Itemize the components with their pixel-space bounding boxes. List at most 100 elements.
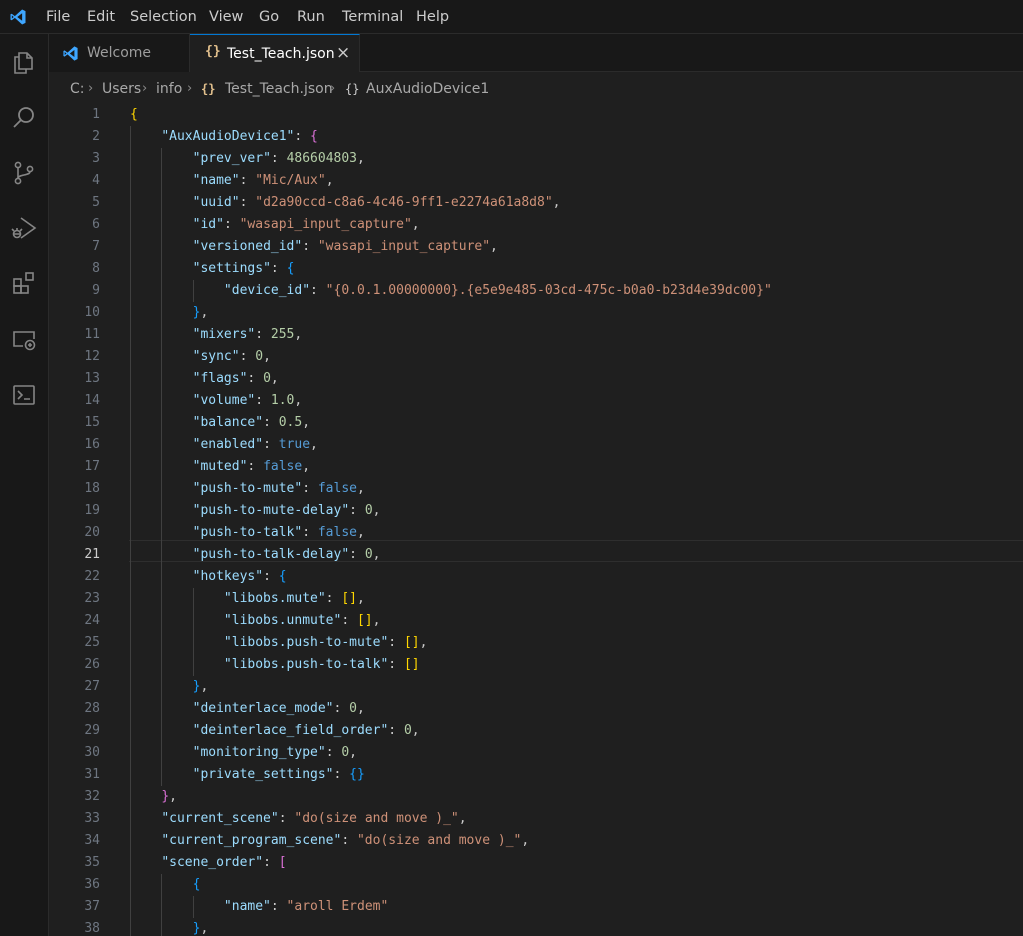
code-line[interactable]: "libobs.push-to-mute": [], xyxy=(130,632,428,654)
code-line[interactable]: "push-to-mute-delay": 0, xyxy=(130,500,381,522)
code-line[interactable]: "push-to-mute": false, xyxy=(130,478,365,500)
code-token: : xyxy=(310,283,326,298)
code-token: "wasapi_input_capture" xyxy=(239,217,412,232)
breadcrumb-file[interactable]: Test_Teach.json xyxy=(225,80,333,98)
code-line[interactable]: "scene_order": [ xyxy=(130,852,286,874)
breadcrumb-drive[interactable]: C: xyxy=(70,80,85,98)
code-line[interactable]: "name": "aroll Erdem" xyxy=(130,896,388,918)
code-line[interactable]: "current_scene": "do(size and move )_", xyxy=(130,808,466,830)
code-line[interactable]: "libobs.push-to-talk": [] xyxy=(130,654,420,676)
code-line[interactable]: "versioned_id": "wasapi_input_capture", xyxy=(130,236,498,258)
code-token: "id" xyxy=(192,217,224,232)
search-icon[interactable] xyxy=(0,98,48,138)
code-line[interactable]: "push-to-talk-delay": 0, xyxy=(130,544,381,566)
breadcrumb-info[interactable]: info xyxy=(156,80,182,98)
code-line[interactable]: "name": "Mic/Aux", xyxy=(130,170,334,192)
code-line[interactable]: "private_settings": {} xyxy=(130,764,365,786)
line-number: 24 xyxy=(84,613,100,628)
run-debug-icon[interactable] xyxy=(0,208,48,248)
code-line[interactable]: "libobs.unmute": [], xyxy=(130,610,381,632)
breadcrumb-users[interactable]: Users xyxy=(102,80,141,98)
code-line[interactable]: { xyxy=(130,104,138,126)
code-line[interactable]: "current_program_scene": "do(size and mo… xyxy=(130,830,529,852)
code-line[interactable]: "device_id": "{0.0.1.00000000}.{e5e9e485… xyxy=(130,280,772,302)
code-line[interactable]: "id": "wasapi_input_capture", xyxy=(130,214,420,236)
json-braces-icon: {} xyxy=(201,82,216,96)
code-token: "current_scene" xyxy=(161,811,279,826)
line-number: 26 xyxy=(84,657,100,672)
code-line[interactable]: "push-to-talk": false, xyxy=(130,522,365,544)
line-number: 10 xyxy=(84,305,100,320)
code-token: : xyxy=(388,657,404,672)
code-token: 0 xyxy=(263,371,271,386)
vscode-icon[interactable] xyxy=(9,8,27,26)
code-line[interactable]: "flags": 0, xyxy=(130,368,279,390)
code-token: : xyxy=(325,745,342,760)
code-line[interactable]: }, xyxy=(130,918,209,936)
line-number: 22 xyxy=(84,569,100,584)
code-token: "device_id" xyxy=(223,283,311,298)
breadcrumb-symbol[interactable]: AuxAudioDevice1 xyxy=(366,80,489,98)
code-line[interactable]: "deinterlace_mode": 0, xyxy=(130,698,365,720)
code-line[interactable]: }, xyxy=(130,302,209,324)
menu-edit[interactable]: Edit xyxy=(87,8,115,26)
explorer-icon[interactable] xyxy=(0,43,48,83)
line-number: 27 xyxy=(84,679,100,694)
code-line[interactable]: "uuid": "d2a90ccd-c8a6-4c46-9ff1-e2274a6… xyxy=(130,192,561,214)
code-line[interactable]: "libobs.mute": [], xyxy=(130,588,365,610)
code-line[interactable]: "deinterlace_field_order": 0, xyxy=(130,720,420,742)
code-line[interactable]: "AuxAudioDevice1": { xyxy=(130,126,318,148)
code-token: "private_settings" xyxy=(192,767,334,782)
code-token: "sync" xyxy=(192,349,240,364)
code-token: : xyxy=(263,855,279,870)
code-line[interactable]: }, xyxy=(130,676,209,698)
code-line[interactable]: "enabled": true, xyxy=(130,434,318,456)
code-line[interactable]: "sync": 0, xyxy=(130,346,271,368)
menu-run[interactable]: Run xyxy=(297,8,325,26)
tab-test-teach-json[interactable]: {} Test_Teach.json × xyxy=(190,34,360,73)
line-number: 15 xyxy=(84,415,100,430)
menu-terminal[interactable]: Terminal xyxy=(342,8,403,26)
code-token: "name" xyxy=(223,899,271,914)
code-editor[interactable]: 1 2 3 4 5 6 7 8 9 10 11 12 13 14 15 16 17 18 19 20 21 22 23 24 2… xyxy=(49,104,1023,936)
menu-view[interactable]: View xyxy=(209,8,243,26)
code-token: { xyxy=(278,569,287,584)
code-line[interactable]: "hotkeys": { xyxy=(130,566,287,588)
code-token: , xyxy=(169,789,177,804)
code-line[interactable]: "mixers": 255, xyxy=(130,324,303,346)
menu-selection[interactable]: Selection xyxy=(130,8,197,26)
code-line[interactable]: { xyxy=(130,874,201,896)
line-number: 18 xyxy=(84,481,100,496)
code-line[interactable]: }, xyxy=(130,786,177,808)
code-token: , xyxy=(490,239,498,254)
tab-welcome[interactable]: Welcome xyxy=(49,34,190,72)
activity-bar xyxy=(0,34,49,936)
code-token: false xyxy=(317,525,357,540)
menu-file[interactable]: File xyxy=(46,8,70,26)
code-token: : xyxy=(302,525,318,540)
terminal-icon[interactable] xyxy=(0,375,48,415)
code-line[interactable]: "volume": 1.0, xyxy=(130,390,303,412)
code-token: : xyxy=(341,613,357,628)
code-token: , xyxy=(325,173,334,188)
code-token: : xyxy=(333,701,350,716)
extensions-icon[interactable] xyxy=(0,264,48,304)
source-control-icon[interactable] xyxy=(0,153,48,193)
code-token: : xyxy=(239,349,256,364)
menu-go[interactable]: Go xyxy=(259,8,279,26)
code-token: , xyxy=(357,525,365,540)
code-token: "d2a90ccd-c8a6-4c46-9ff1-e2274a61a8d8" xyxy=(255,195,553,210)
code-token: 0 xyxy=(255,349,264,364)
line-number: 4 xyxy=(92,173,100,188)
code-line[interactable]: "settings": { xyxy=(130,258,295,280)
code-line[interactable]: "muted": false, xyxy=(130,456,310,478)
code-token: , xyxy=(372,547,381,562)
code-line[interactable]: "balance": 0.5, xyxy=(130,412,310,434)
code-line[interactable]: "prev_ver": 486604803, xyxy=(130,148,365,170)
code-line[interactable]: "monitoring_type": 0, xyxy=(130,742,357,764)
line-number: 30 xyxy=(84,745,100,760)
close-icon[interactable]: × xyxy=(336,43,350,63)
remote-explorer-icon[interactable] xyxy=(0,320,48,360)
menu-help[interactable]: Help xyxy=(416,8,449,26)
code-token: "AuxAudioDevice1" xyxy=(161,129,295,144)
